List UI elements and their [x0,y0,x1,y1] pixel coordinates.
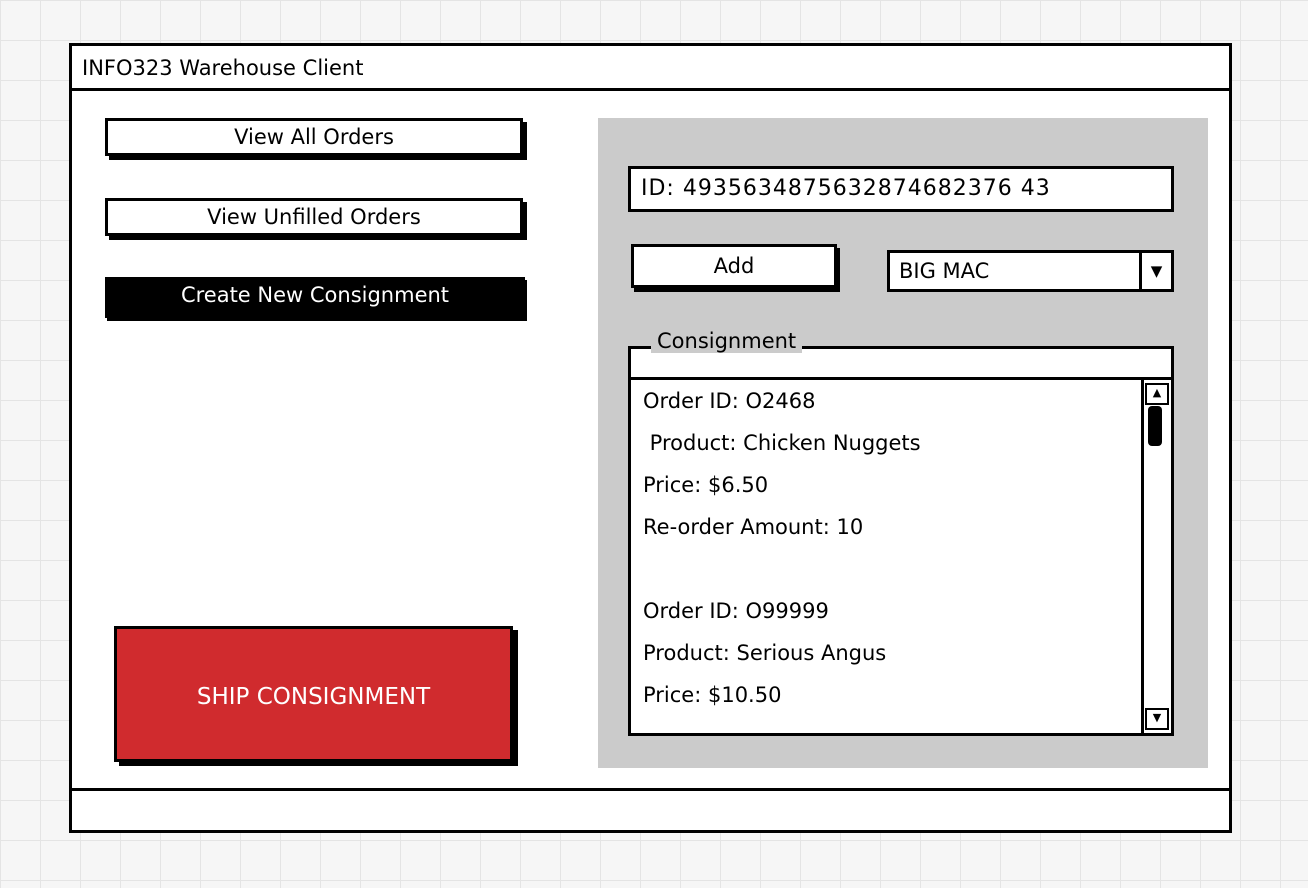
title-bar: INFO323 Warehouse Client [72,46,1229,91]
consignment-list[interactable]: Order ID: O2468 Product: Chicken Nuggets… [631,380,1141,733]
list-item: Price: $10.50 [643,683,782,707]
consignment-id-value: ID: 4935634875632874682376 43 [641,176,1051,201]
list-item: Order ID: O99999 [643,599,829,623]
list-item: Price: $6.50 [643,473,769,497]
list-item [631,548,1141,590]
consignment-id-field[interactable]: ID: 4935634875632874682376 43 [628,166,1174,212]
product-select[interactable]: BIG MAC ▼ [887,250,1174,292]
ship-consignment-button[interactable]: SHIP CONSIGNMENT [114,626,513,762]
list-item: Re-order Amount: 10 [643,515,864,539]
list-item: Order ID: O2468 [643,389,816,413]
app-window: INFO323 Warehouse Client View All Orders… [69,43,1232,833]
scrollbar-thumb[interactable] [1148,406,1162,446]
scroll-down-icon[interactable]: ▼ [1145,708,1169,730]
consignment-group: Consignment Order ID: O2468 Product: Chi… [628,329,1174,736]
status-bar [72,788,1229,830]
chevron-down-icon[interactable]: ▼ [1139,253,1171,289]
consignment-panel: ID: 4935634875632874682376 43 Add BIG MA… [598,118,1208,768]
add-button[interactable]: Add [631,244,837,288]
view-unfilled-orders-button[interactable]: View Unfilled Orders [105,198,523,236]
create-new-consignment-button[interactable]: Create New Consignment [105,277,525,318]
list-item: Product: Chicken Nuggets [643,431,921,455]
consignment-group-caption: Consignment [651,329,803,353]
consignment-group-header [631,349,1171,380]
list-item: Product: Serious Angus [643,641,887,665]
view-all-orders-button[interactable]: View All Orders [105,118,523,156]
product-select-value: BIG MAC [899,259,990,283]
window-title: INFO323 Warehouse Client [82,56,364,80]
scroll-up-icon[interactable]: ▲ [1145,383,1169,405]
vertical-scrollbar[interactable]: ▲ ▼ [1141,380,1171,733]
